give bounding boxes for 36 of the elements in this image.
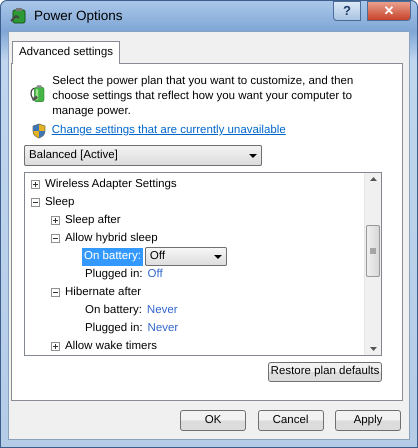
- caret-icon: [214, 254, 222, 259]
- power-battery-icon: [10, 7, 28, 25]
- tree-item[interactable]: Hibernate after: [65, 284, 142, 302]
- apply-button[interactable]: Apply: [335, 410, 401, 431]
- collapse-icon[interactable]: [51, 234, 60, 244]
- expand-icon[interactable]: [51, 216, 60, 226]
- scroll-down-icon[interactable]: [370, 346, 376, 351]
- tree-item[interactable]: Allow hybrid sleep: [65, 230, 158, 248]
- collapse-icon[interactable]: [51, 288, 60, 298]
- value-dropdown[interactable]: Off: [144, 247, 227, 266]
- expand-icon[interactable]: [31, 180, 40, 190]
- window-title: Power Options: [34, 6, 124, 25]
- setting-label[interactable]: On battery:: [85, 302, 142, 320]
- plan-dropdown[interactable]: Balanced [Active]: [24, 145, 262, 166]
- change-settings-link[interactable]: Change settings that are currently unavailable: [52, 122, 286, 140]
- caret-icon: [249, 154, 257, 158]
- scroll-up-icon[interactable]: [370, 176, 376, 181]
- scrollbar-thumb[interactable]: [366, 224, 380, 277]
- tree-item[interactable]: Wireless Adapter Settings: [45, 176, 177, 194]
- setting-value-link[interactable]: Never: [146, 302, 178, 320]
- help-button[interactable]: ?: [333, 1, 361, 21]
- restore-defaults-button[interactable]: Restore plan defaults: [268, 362, 382, 382]
- tree-item[interactable]: Allow wake timers: [65, 338, 158, 355]
- setting-value-link[interactable]: Off: [148, 266, 163, 284]
- tree-item[interactable]: Sleep: [45, 194, 74, 212]
- setting-label[interactable]: Plugged in:: [85, 266, 143, 284]
- description-text: Select the power plan that you want to customize, and then choose settings that reflect how you want your computer to manage power.: [52, 74, 354, 120]
- shield-icon: [32, 122, 46, 139]
- cancel-button[interactable]: Cancel: [258, 410, 324, 431]
- tab[interactable]: Advanced settings: [12, 41, 120, 64]
- expand-icon[interactable]: [51, 342, 60, 352]
- setting-value-link[interactable]: Never: [148, 320, 178, 338]
- ok-button[interactable]: OK: [180, 410, 246, 431]
- collapse-icon[interactable]: [31, 198, 40, 208]
- setting-label[interactable]: Plugged in:: [85, 320, 143, 338]
- tree-item[interactable]: Sleep after: [65, 212, 121, 230]
